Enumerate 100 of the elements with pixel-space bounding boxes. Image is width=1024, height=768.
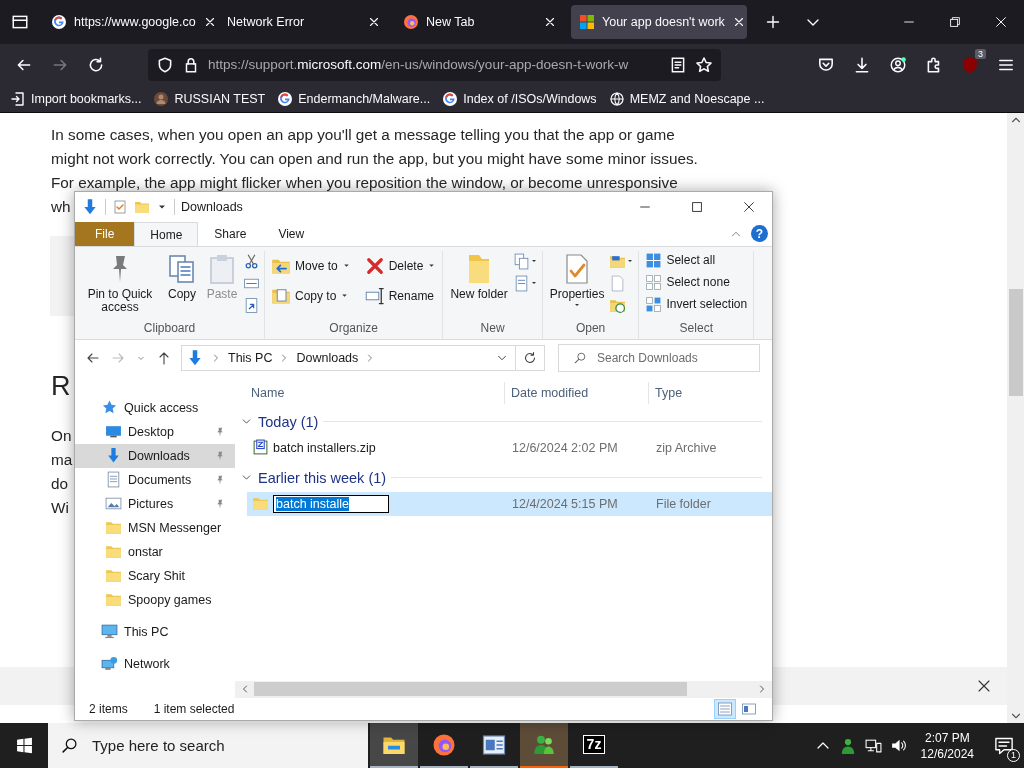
paragraph-line: ma (51, 449, 73, 470)
ribbon-button[interactable]: Pin to Quick access (79, 250, 161, 316)
ribbon-button[interactable]: Delete (362, 254, 439, 277)
taskbar-app[interactable] (370, 723, 418, 768)
group-header[interactable]: Earlier this week (1) (258, 469, 387, 486)
ribbon-button[interactable]: Move to (269, 254, 353, 277)
browser-tab[interactable]: https://www.google.co (43, 4, 213, 39)
grid-icon (645, 251, 663, 269)
notification-icon[interactable] (994, 735, 1014, 756)
download-icon[interactable] (853, 55, 871, 74)
restore-icon[interactable] (948, 14, 962, 29)
group-label: Clipboard (142, 320, 197, 337)
ribbon-tab[interactable]: Share (198, 221, 263, 246)
nav-item[interactable]: Network (75, 651, 235, 676)
status-text: 2 items (89, 701, 128, 716)
shield-icon[interactable] (156, 55, 174, 74)
group-label: New (479, 320, 506, 337)
group-header[interactable]: Today (1) (258, 413, 319, 430)
nav-item[interactable]: Downloads (75, 443, 235, 468)
bookmark[interactable]: Endermanch/Malware... (277, 90, 431, 107)
scroll-thumb[interactable] (1008, 288, 1023, 396)
bookmark[interactable]: MEMZ and Noescape ... (608, 90, 765, 107)
maximize-icon[interactable] (690, 199, 704, 214)
shortcut-icon[interactable] (243, 296, 260, 314)
file-row[interactable]: batch installers.zip 12/6/2024 2:02 PM zip Archive (247, 435, 772, 460)
group-label: Open (574, 320, 607, 337)
google-icon (442, 90, 459, 107)
paragraph-line: In some cases, when you open an app you'll get a message telling you that the app or game (51, 124, 675, 145)
taskbar-app[interactable]: 7z (570, 723, 618, 768)
bookmark[interactable]: Index of /ISOs/Windows (442, 90, 597, 107)
refresh-icon[interactable] (522, 349, 538, 366)
reload-icon[interactable] (87, 55, 105, 74)
bookmark[interactable]: Import bookmarks... (10, 90, 142, 107)
nav-item[interactable]: Scary Shit (75, 563, 235, 588)
ribbon-button[interactable]: New folder (447, 250, 511, 303)
avatar-icon (153, 90, 170, 107)
bookmark-star-icon[interactable] (695, 55, 713, 74)
new-item-icon[interactable] (512, 252, 530, 270)
scrollbar[interactable] (1007, 112, 1024, 723)
ribbon-button[interactable]: Select all (643, 250, 718, 270)
date-cell-text: 12/4/2024 5:15 PM (511, 496, 619, 511)
nav-item[interactable]: Spoopy games (75, 587, 235, 612)
speaker-icon[interactable] (889, 737, 907, 754)
zip-file-icon (252, 439, 269, 457)
empty-grid-icon (645, 273, 663, 291)
plus-icon[interactable] (765, 13, 781, 30)
nav-item[interactable]: onstar (75, 539, 235, 564)
network-icon[interactable] (864, 737, 882, 754)
close-icon[interactable] (994, 14, 1008, 29)
file-row[interactable]: batch installe 12/4/2024 5:15 PM File folder (247, 491, 772, 516)
fox-globe-icon (432, 732, 456, 757)
nav-item[interactable]: Pictures (75, 491, 235, 516)
folder-icon (105, 567, 122, 585)
breadcrumb[interactable]: Downloads (296, 350, 359, 365)
column-header[interactable]: Type (649, 381, 683, 404)
rename-field[interactable]: batch installe (273, 494, 389, 513)
nav-item[interactable]: Quick access (75, 395, 235, 420)
bookmark[interactable]: RUSSIAN TEST (153, 90, 266, 107)
column-header[interactable]: Name (235, 381, 505, 404)
address-bar[interactable]: This PC Downloads (181, 344, 545, 371)
scroll-thumb[interactable] (254, 682, 687, 697)
nav-item[interactable]: This PC (75, 619, 235, 644)
fox-globe-icon (403, 13, 419, 30)
ribbon-button[interactable]: Copy to (269, 284, 353, 307)
reader-view-icon[interactable] (669, 55, 687, 74)
help-button[interactable]: ? (751, 225, 768, 243)
ribbon-tab[interactable]: View (262, 221, 321, 246)
folder-icon (105, 591, 122, 609)
window-title: Downloads (181, 199, 243, 214)
nav-item[interactable]: Desktop (75, 419, 235, 444)
close-icon[interactable] (976, 678, 992, 694)
ribbon-tab[interactable]: Home (134, 221, 199, 247)
ribbon-button[interactable]: Rename (362, 284, 439, 307)
breadcrumb[interactable]: This PC (228, 350, 273, 365)
browser-tab[interactable]: Your app doesn't work (571, 4, 747, 39)
url-text: https://support.microsoft.com/en-us/windows/your-app-doesn-t-work-w (208, 57, 629, 73)
browser-tab[interactable]: New Tab (395, 4, 565, 39)
view-button[interactable] (714, 698, 736, 719)
folder-icon (252, 495, 269, 513)
search-field[interactable]: Search Downloads (558, 343, 760, 372)
column-header[interactable]: Date modified (505, 381, 649, 404)
scrollbar[interactable] (235, 680, 772, 698)
account-icon[interactable] (889, 55, 907, 74)
date-cell-text: 12/6/2024 2:02 PM (511, 440, 619, 455)
nav-item[interactable]: Documents (75, 467, 235, 492)
ribbon-button[interactable]: Properties (546, 250, 608, 311)
clock[interactable]: 2:07 PM 12/6/2024 (920, 729, 974, 762)
browser-tab[interactable]: Network Error (219, 4, 389, 39)
search-icon (61, 737, 78, 754)
close-icon[interactable] (742, 199, 756, 214)
google-icon (51, 13, 67, 30)
scissors-icon[interactable] (243, 252, 260, 270)
ribbon-tab[interactable]: File (75, 221, 135, 246)
search-input[interactable]: Search Downloads (597, 344, 759, 371)
ribbon-button[interactable]: Select none (643, 272, 732, 292)
nav-item[interactable]: MSN Messenger (75, 515, 235, 540)
ribbon-button[interactable]: Copy (163, 250, 201, 303)
ribbon-button[interactable]: Invert selection (643, 294, 750, 314)
rename-icon (364, 285, 385, 306)
address-bar[interactable]: https://support.microsoft.com/en-us/windows/your-app-doesn-t-work-w (148, 48, 721, 81)
